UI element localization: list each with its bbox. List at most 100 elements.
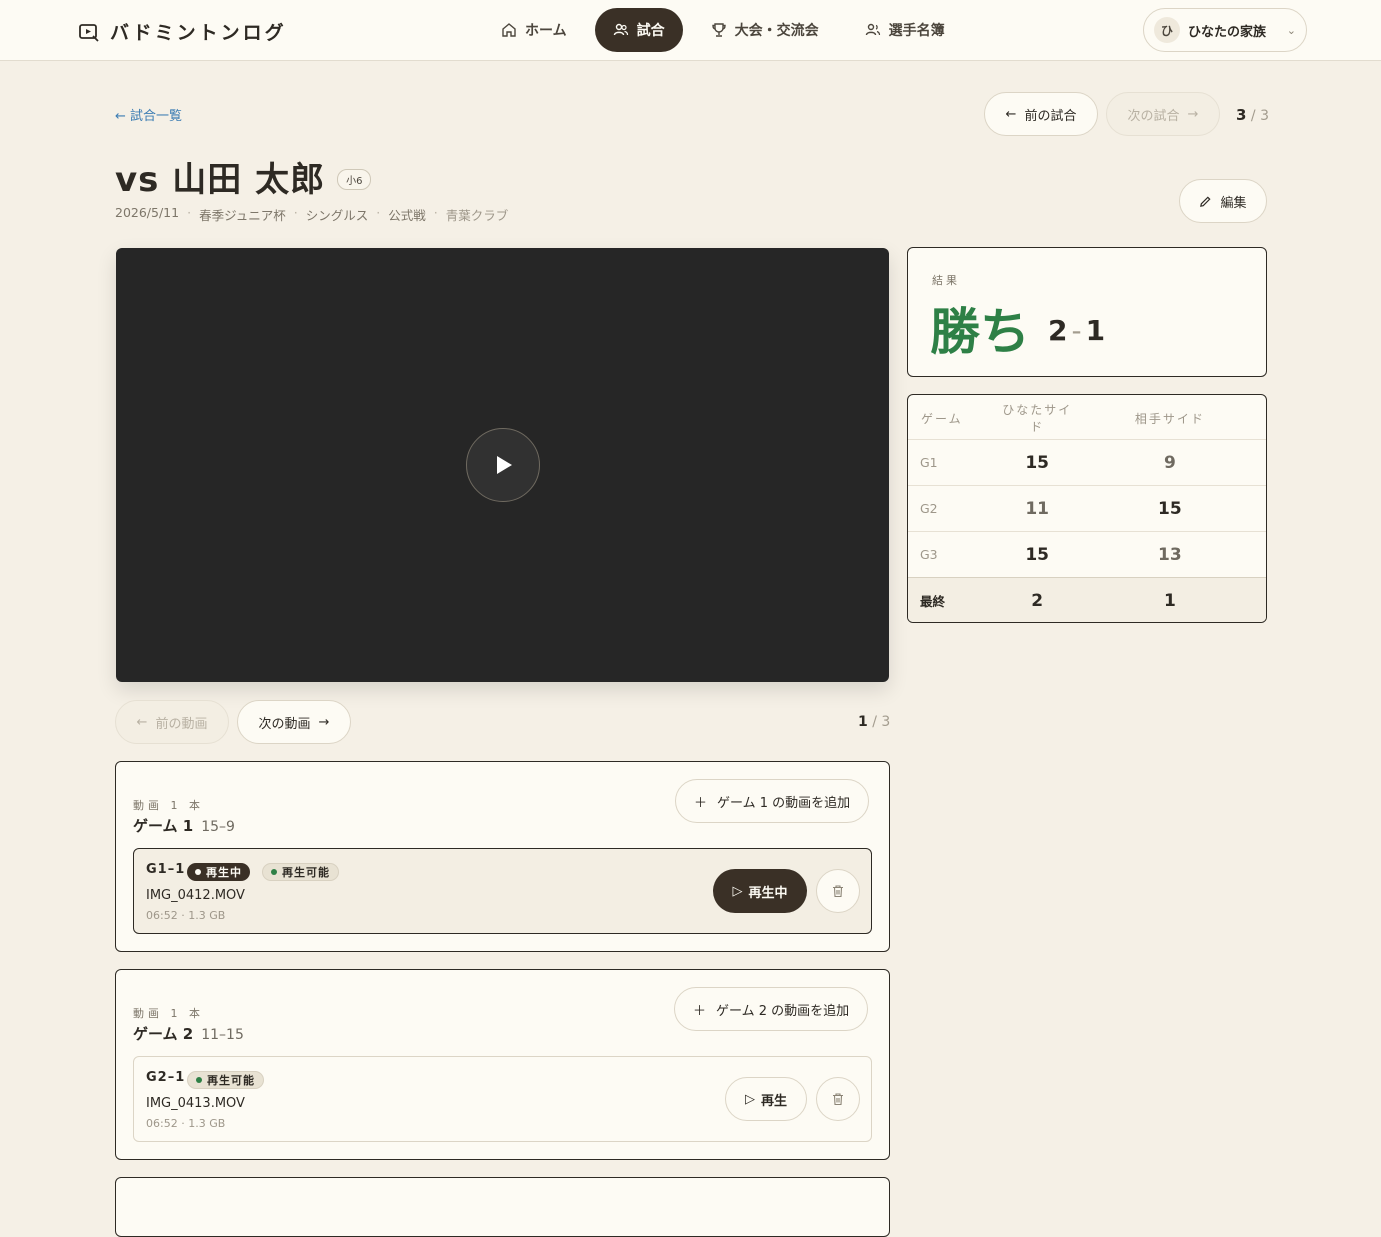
next-match-label: 次の試合 — [1127, 108, 1180, 124]
video-counter-total: 3 — [881, 714, 891, 730]
game-title-text: ゲーム 2 — [133, 1025, 194, 1043]
header-us: ひなたサイド — [1002, 403, 1073, 434]
status-dot-icon — [271, 869, 277, 875]
add-video-button[interactable]: ＋ ゲーム 2 の動画を追加 — [674, 987, 869, 1031]
nav-tournaments[interactable]: 大会・交流会 — [693, 8, 837, 52]
avatar: ひ — [1154, 17, 1180, 43]
match-counter: 3 / 3 — [1236, 106, 1269, 124]
ready-badge: 再生可能 — [187, 1071, 264, 1089]
match-counter-current: 3 — [1236, 106, 1247, 124]
match-meta: 2026/5/11 · 春季ジュニア杯 · シングルス · 公式戦 · 青葉クラブ — [115, 205, 509, 223]
add-video-button[interactable]: ＋ ゲーム 1 の動画を追加 — [675, 779, 870, 823]
clip-size: 1.3 GB — [188, 909, 226, 922]
final-them: 1 — [1163, 590, 1176, 611]
match-counter-total: 3 — [1260, 108, 1269, 124]
account-name: ひなたの家族 — [1188, 24, 1267, 40]
clip-id: G1–1 — [146, 862, 186, 877]
edit-button[interactable]: 編集 — [1179, 179, 1267, 223]
score-us: 15 — [1025, 544, 1049, 565]
status-dot-icon — [196, 1077, 202, 1083]
nav-tournaments-label: 大会・交流会 — [734, 23, 819, 39]
delete-clip-button[interactable] — [816, 869, 860, 913]
ready-badge-label: 再生可能 — [282, 866, 330, 879]
play-clip-label: 再生 — [760, 1093, 787, 1109]
result-score: 2-1 — [1048, 314, 1105, 347]
arrow-right-icon: → — [1187, 106, 1199, 122]
game-name: G1 — [920, 455, 938, 470]
video-clip[interactable]: G1–1 再生中 再生可能 IMG_0412.MOV 06:52 · 1.3 G… — [133, 848, 872, 934]
play-outline-icon: ▷ — [744, 1091, 755, 1107]
clip-filename: IMG_0412.MOV — [146, 888, 245, 903]
video-count: 動画 1 本 — [133, 799, 204, 812]
video-counter-current: 1 — [858, 714, 868, 730]
trash-icon — [833, 1093, 843, 1106]
add-video-label: ゲーム 2 の動画を追加 — [716, 1003, 850, 1019]
game-section: 動画 1 本 ゲーム 1 15–9 ＋ ゲーム 1 の動画を追加 G1–1 再生中… — [115, 761, 890, 952]
result-label: 結果 — [932, 274, 960, 287]
brand-name: バドミントンログ — [110, 22, 287, 44]
next-match-button[interactable]: 次の試合 → — [1106, 92, 1220, 136]
clip-size: 1.3 GB — [188, 1117, 226, 1130]
play-icon — [497, 456, 512, 474]
video-counter: 1 / 3 — [858, 714, 890, 730]
trophy-icon — [711, 23, 726, 37]
clip-duration: 06:52 — [146, 909, 178, 922]
nav-roster-label: 選手名簿 — [888, 23, 945, 39]
score-them: 9 — [1163, 452, 1176, 473]
edit-label: 編集 — [1220, 195, 1247, 211]
game-score: 15–9 — [201, 819, 235, 835]
nav-roster[interactable]: 選手名簿 — [847, 8, 963, 52]
final-row: 最終 2 1 — [908, 577, 1266, 622]
video-clapper-icon — [79, 23, 99, 42]
ready-badge-label: 再生可能 — [207, 1074, 255, 1087]
table-row: G1 15 9 — [908, 439, 1266, 485]
prev-match-button[interactable]: ← 前の試合 — [984, 92, 1098, 136]
game-name: G3 — [920, 547, 938, 562]
game-title: ゲーム 2 11–15 — [133, 1023, 244, 1044]
status-dot-icon — [195, 869, 201, 875]
game-score: 11–15 — [201, 1027, 244, 1043]
plus-icon: ＋ — [694, 795, 708, 811]
final-us: 2 — [1031, 590, 1044, 611]
result-score-against: 1 — [1085, 314, 1106, 347]
nav-home[interactable]: ホーム — [483, 8, 585, 52]
next-video-button[interactable]: 次の動画 → — [237, 700, 351, 744]
users-icon — [613, 23, 628, 36]
delete-clip-button[interactable] — [816, 1077, 860, 1121]
play-outline-icon: ▷ — [732, 883, 743, 899]
prev-video-label: 前の動画 — [155, 716, 208, 732]
account-menu[interactable]: ひ ひなたの家族 ⌄ — [1143, 8, 1307, 52]
game-title: ゲーム 1 15–9 — [133, 815, 235, 836]
next-video-label: 次の動画 — [258, 716, 311, 732]
play-clip-button[interactable]: ▷ 再生 — [725, 1077, 807, 1121]
pencil-icon — [1200, 195, 1212, 207]
play-button[interactable] — [466, 428, 540, 502]
nav-matches[interactable]: 試合 — [594, 8, 683, 52]
chevron-down-icon: ⌄ — [1286, 23, 1296, 37]
playing-button[interactable]: ▷ 再生中 — [713, 869, 807, 913]
prev-video-button[interactable]: ← 前の動画 — [115, 700, 229, 744]
back-to-matches-link[interactable]: ← 試合一覧 — [115, 105, 182, 124]
clip-filename: IMG_0413.MOV — [146, 1096, 245, 1111]
video-clip[interactable]: G2–1 再生可能 IMG_0413.MOV 06:52 · 1.3 GB ▷ … — [133, 1056, 872, 1142]
home-icon — [502, 23, 516, 37]
top-bar: バドミントンログ ホーム 試合 大会・交流会 選手名簿 ひ ひなたの家族 ⌄ — [0, 0, 1381, 61]
clip-details: 06:52 · 1.3 GB — [146, 909, 226, 922]
video-player[interactable] — [116, 248, 889, 682]
score-them: 13 — [1158, 544, 1182, 565]
meta-category: 公式戦 — [388, 208, 426, 223]
clip-id: G2–1 — [146, 1070, 186, 1085]
roster-icon — [865, 23, 880, 36]
result-card: 結果 勝ち 2-1 — [907, 247, 1267, 377]
ready-badge: 再生可能 — [262, 863, 339, 881]
playing-badge-label: 再生中 — [206, 866, 242, 879]
meta-club: 青葉クラブ — [445, 208, 509, 223]
brand[interactable]: バドミントンログ — [78, 18, 287, 45]
result-score-dash: - — [1071, 314, 1082, 347]
prev-match-label: 前の試合 — [1024, 108, 1077, 124]
match-title-row: vs 山田 太郎 小6 — [115, 152, 372, 201]
trash-icon — [833, 885, 843, 898]
arrow-left-icon: ← — [136, 714, 148, 730]
game-section — [115, 1177, 890, 1237]
score-us: 15 — [1025, 452, 1049, 473]
